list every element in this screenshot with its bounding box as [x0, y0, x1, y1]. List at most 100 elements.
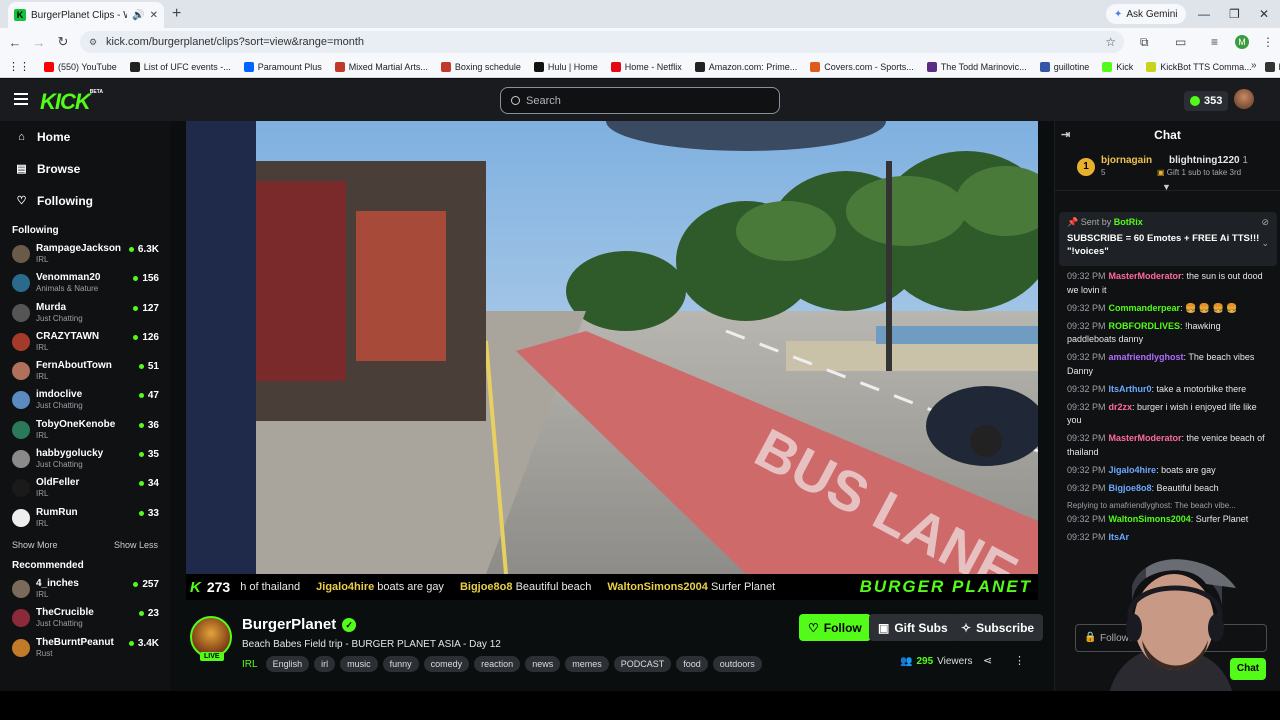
channel-item[interactable]: FernAboutTown IRL 51	[0, 358, 170, 387]
channel-item[interactable]: OldFeller IRL 34	[0, 475, 170, 504]
bookmark-item[interactable]: Covers.com - Sports...	[810, 61, 914, 72]
minimize-button[interactable]: —	[1198, 0, 1210, 28]
live-dot-icon	[133, 581, 139, 587]
channel-item[interactable]: RumRun IRL 33	[0, 505, 170, 534]
pinned-by-user[interactable]: BotRix	[1114, 217, 1143, 227]
browser-tab[interactable]: K BurgerPlanet Clips - Watch 🔊 ✕	[8, 2, 164, 28]
speaker-icon[interactable]: 🔊	[132, 10, 144, 21]
bookmark-item[interactable]: The Todd Marinovic...	[926, 61, 1027, 72]
second-gifter-name[interactable]: blightning1220	[1169, 155, 1240, 166]
top-gifter-name[interactable]: bjornagain	[1101, 155, 1152, 166]
sidebar-nav-home[interactable]: ⌂ Home	[0, 121, 170, 153]
bookmark-item[interactable]: Home - Netflix	[610, 61, 682, 72]
bookmarks-overflow-icon[interactable]: »	[1251, 60, 1257, 71]
extensions-icon[interactable]: ⧉	[1140, 28, 1149, 56]
sidebar-nav-following[interactable]: ♡ Following	[0, 185, 170, 217]
url-field[interactable]: ⚙ kick.com/burgerplanet/clips?sort=view&…	[80, 31, 1124, 53]
stream-tag[interactable]: music	[340, 656, 378, 672]
cast-icon[interactable]: ▭	[1175, 28, 1186, 56]
bookmark-item[interactable]: Amazon.com: Prime...	[694, 61, 797, 72]
stream-tag[interactable]: news	[525, 656, 561, 672]
kick-points-button[interactable]: 353	[1184, 91, 1229, 111]
forward-icon[interactable]: →	[27, 35, 51, 50]
channel-item[interactable]: TobyOneKenobe IRL 36	[0, 417, 170, 446]
message-username[interactable]: dr2zx	[1109, 402, 1133, 412]
streamer-name[interactable]: BurgerPlanet	[242, 616, 336, 633]
message-username[interactable]: Bigjoe8o8	[1109, 483, 1152, 493]
channel-item[interactable]: Murda Just Chatting 127	[0, 300, 170, 329]
channel-item[interactable]: RampageJackson IRL 6.3K	[0, 241, 170, 270]
browser-menu-icon[interactable]: ⋮	[1262, 28, 1274, 56]
bookmark-item[interactable]: KickBot TTS Comma...	[1146, 61, 1252, 72]
channel-item[interactable]: imdoclive Just Chatting 47	[0, 387, 170, 416]
kick-logo[interactable]: KICKBETA	[40, 89, 103, 115]
channel-item[interactable]: habbygolucky Just Chatting 35	[0, 446, 170, 475]
chat-toggle-button[interactable]: Chat	[1230, 658, 1266, 680]
close-window-button[interactable]: ✕	[1259, 0, 1269, 28]
channel-item[interactable]: Venomman20 Animals & Nature 156	[0, 270, 170, 299]
message-username[interactable]: ItsArthur0	[1109, 384, 1152, 394]
expand-pin-icon[interactable]: ⌄	[1261, 238, 1269, 249]
stream-category[interactable]: IRL	[242, 659, 258, 670]
bookmark-item[interactable]: List of UFC events -...	[129, 61, 231, 72]
maximize-button[interactable]: ❐	[1229, 0, 1240, 28]
bookmark-item[interactable]: botrix	[1264, 61, 1280, 72]
stream-tag[interactable]: food	[676, 656, 708, 672]
message-username[interactable]: Jigalo4hire	[1109, 465, 1157, 475]
collapse-chat-icon[interactable]: ⇥	[1061, 121, 1070, 149]
message-username[interactable]: MasterModerator	[1109, 271, 1182, 281]
stream-tag[interactable]: English	[265, 656, 310, 672]
stream-tag[interactable]: PODCAST	[613, 656, 672, 672]
channel-item[interactable]: 4_inches IRL 257	[0, 576, 170, 605]
bookmark-item[interactable]: Hulu | Home	[533, 61, 598, 72]
bookmark-item[interactable]: guillotine	[1039, 61, 1089, 72]
message-username[interactable]: MasterModerator	[1109, 433, 1182, 443]
bookmark-item[interactable]: (550) YouTube	[44, 61, 117, 72]
bookmark-item[interactable]: Boxing schedule	[440, 61, 521, 72]
stream-tag[interactable]: memes	[565, 656, 609, 672]
leaderboard-toggle-icon[interactable]: ▼	[1162, 182, 1171, 192]
menu-hamburger-icon[interactable]	[14, 93, 28, 105]
site-info-icon[interactable]: ⚙	[89, 37, 97, 48]
share-icon[interactable]: ⋖	[983, 654, 992, 667]
stream-tag[interactable]: irl	[314, 656, 336, 672]
message-username[interactable]: amafriendlyghost	[1109, 352, 1184, 362]
stream-tag[interactable]: funny	[382, 656, 419, 672]
gift-subs-button[interactable]: ▣ Gift Subs	[869, 614, 957, 641]
show-less-button[interactable]: Show Less	[114, 540, 158, 550]
media-controls-icon[interactable]: ≡	[1211, 28, 1218, 56]
stream-tag[interactable]: comedy	[423, 656, 470, 672]
ask-gemini-button[interactable]: ✦ Ask Gemini	[1106, 4, 1186, 24]
stream-tag[interactable]: reaction	[474, 656, 521, 672]
video-player[interactable]: BUS LANE	[186, 121, 1038, 574]
channel-item[interactable]: TheBurntPeanut Rust 3.4K	[0, 635, 170, 664]
message-username[interactable]: ItsAr	[1109, 532, 1130, 542]
message-username[interactable]: WaltonSimons2004	[1109, 514, 1191, 524]
user-avatar[interactable]	[1234, 89, 1254, 109]
bookmark-item[interactable]: Mixed Martial Arts...	[334, 61, 428, 72]
apps-grid-icon[interactable]: ⋮⋮	[8, 60, 30, 73]
profile-avatar[interactable]: M	[1235, 35, 1249, 49]
search-input[interactable]: Search	[500, 87, 780, 114]
close-tab-icon[interactable]: ✕	[150, 10, 158, 21]
message-username[interactable]: ROBFORDLIVES	[1109, 321, 1181, 331]
subscribe-button[interactable]: ✧ Subscribe	[952, 614, 1044, 641]
reload-icon[interactable]: ↻	[51, 34, 75, 50]
stream-tag[interactable]: outdoors	[712, 656, 762, 672]
new-tab-button[interactable]: +	[172, 5, 181, 23]
bookmark-star-icon[interactable]: ☆	[1105, 35, 1116, 49]
sidebar-nav-browse[interactable]: ▤ Browse	[0, 153, 170, 185]
pinned-text: SUBSCRIBE = 60 Emotes + FREE Ai TTS!!! "…	[1067, 233, 1260, 257]
more-options-icon[interactable]: ⋮	[1014, 654, 1025, 667]
message-username[interactable]: Commanderpear	[1109, 303, 1181, 313]
bookmark-item[interactable]: Paramount Plus	[243, 61, 322, 72]
channel-avatar	[12, 450, 30, 469]
channel-item[interactable]: TheCrucible Just Chatting 23	[0, 605, 170, 634]
channel-item[interactable]: CRAZYTAWN IRL 126	[0, 329, 170, 358]
show-more-button[interactable]: Show More	[12, 540, 58, 550]
follow-button[interactable]: ♡ Follow	[799, 614, 871, 641]
bookmark-item[interactable]: Kick	[1102, 61, 1133, 72]
gift-subs-label: Gift Subs	[894, 620, 948, 635]
unpin-icon[interactable]: ⊘	[1261, 217, 1269, 228]
back-icon[interactable]: ←	[3, 35, 27, 50]
